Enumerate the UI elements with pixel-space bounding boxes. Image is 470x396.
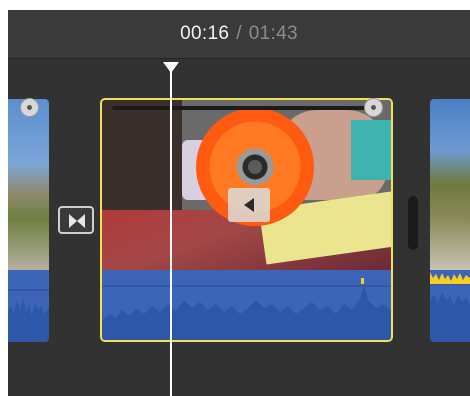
clip-thumbnail — [8, 99, 49, 270]
audio-waveform — [102, 270, 391, 340]
play-button[interactable] — [228, 188, 270, 222]
transition-button[interactable] — [58, 206, 94, 234]
clip-thumbnail — [430, 99, 470, 270]
transition-icon — [69, 214, 85, 228]
time-separator: / — [236, 23, 242, 44]
clip-thumbnail — [102, 100, 391, 270]
timecode: 00:16 / 01:43 — [8, 23, 470, 45]
play-icon — [244, 198, 254, 212]
clip-left[interactable] — [8, 99, 49, 342]
clip-right[interactable] — [430, 99, 470, 342]
audio-waveform — [8, 270, 49, 342]
scroll-indicator[interactable] — [408, 196, 418, 250]
audio-waveform — [430, 270, 470, 342]
timeline-editor: 00:16 / 01:43 — [8, 10, 470, 396]
time-display-bar: 00:16 / 01:43 — [8, 10, 470, 59]
total-time: 01:43 — [248, 23, 298, 44]
playhead[interactable] — [170, 70, 172, 396]
current-time: 00:16 — [180, 23, 230, 44]
trim-handle-icon[interactable] — [20, 98, 39, 117]
trim-handle-icon[interactable] — [364, 98, 383, 117]
playhead-marker-icon[interactable] — [163, 62, 179, 74]
trim-track — [112, 106, 368, 110]
